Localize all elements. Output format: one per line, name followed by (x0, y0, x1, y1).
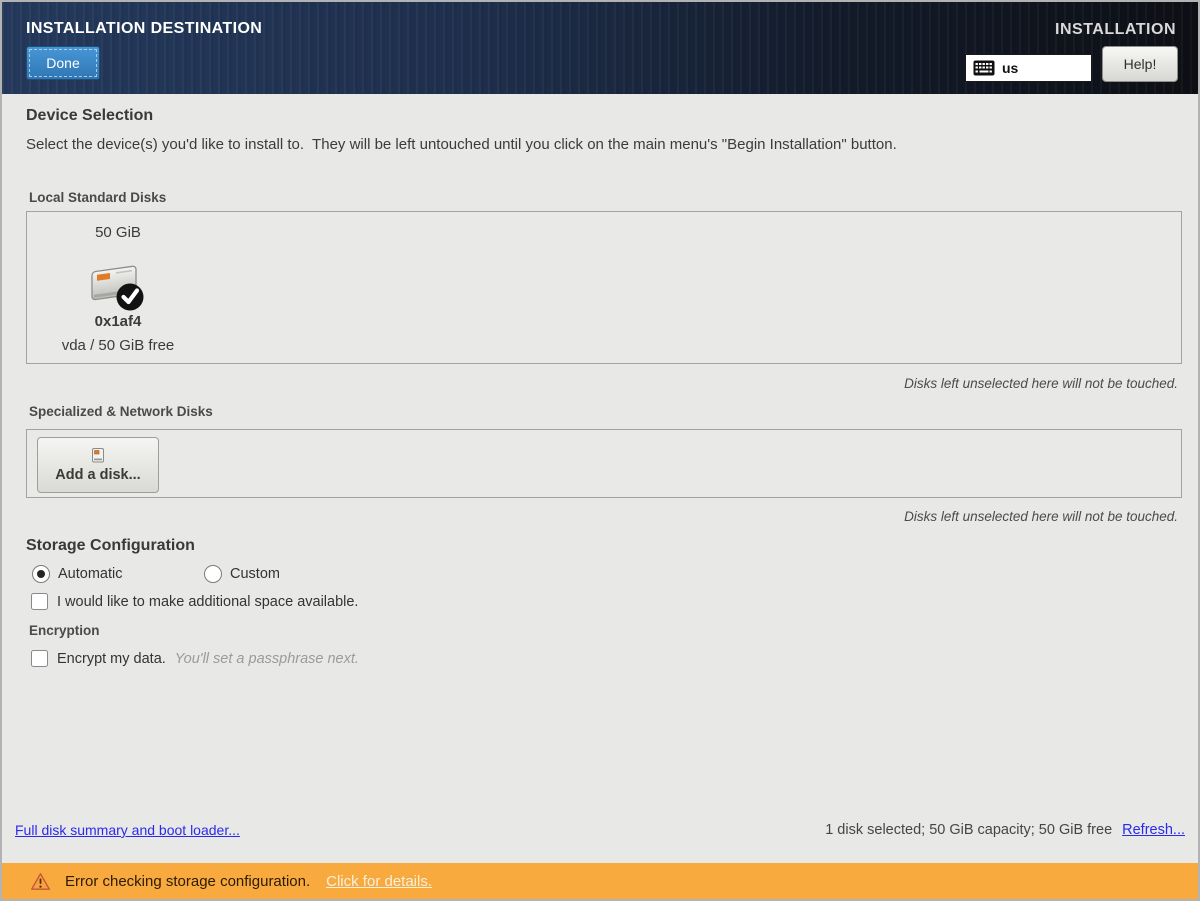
hard-drive-selected-icon (89, 261, 147, 313)
disk-selection-status: 1 disk selected; 50 GiB capacity; 50 GiB… (825, 822, 1112, 838)
encrypt-label: Encrypt my data. (57, 651, 166, 667)
encrypt-checkbox-row[interactable]: Encrypt my data. You'll set a passphrase… (31, 650, 359, 667)
disk-tile-vda[interactable]: 50 GiB (33, 224, 203, 354)
add-disk-label: Add a disk... (55, 467, 140, 483)
installer-window: INSTALLATION DESTINATION Done INSTALLATI… (0, 0, 1200, 901)
full-disk-summary-link[interactable]: Full disk summary and boot loader... (15, 822, 240, 838)
header-bar: INSTALLATION DESTINATION Done INSTALLATI… (2, 2, 1198, 94)
radio-automatic-label: Automatic (58, 566, 122, 582)
disk-name-label: 0x1af4 (95, 313, 142, 330)
encrypt-hint: You'll set a passphrase next. (175, 651, 359, 667)
encrypt-checkbox[interactable] (31, 650, 48, 667)
radio-automatic[interactable]: Automatic (32, 565, 122, 583)
specialized-disks-label: Specialized & Network Disks (29, 404, 213, 419)
footer-status-group: 1 disk selected; 50 GiB capacity; 50 GiB… (825, 822, 1185, 838)
storage-config-heading: Storage Configuration (26, 537, 195, 555)
radio-automatic-circle[interactable] (32, 565, 50, 583)
keyboard-layout-indicator[interactable]: us (965, 54, 1092, 82)
warning-bar: Error checking storage configuration. Cl… (2, 863, 1198, 899)
page-title: INSTALLATION DESTINATION (26, 20, 262, 38)
specialized-disks-panel: Add a disk... (26, 429, 1182, 498)
warning-details-link[interactable]: Click for details. (326, 873, 432, 890)
keyboard-layout-label: us (1002, 60, 1018, 76)
additional-space-checkbox-row[interactable]: I would like to make additional space av… (31, 593, 358, 610)
device-selection-description: Select the device(s) you'd like to insta… (26, 136, 897, 153)
local-disks-panel: 50 GiB (26, 211, 1182, 364)
additional-space-checkbox[interactable] (31, 593, 48, 610)
local-disks-label: Local Standard Disks (29, 190, 166, 205)
warning-icon (30, 872, 51, 891)
encryption-label: Encryption (29, 623, 100, 638)
disk-size-label: 50 GiB (95, 224, 141, 241)
unselected-disks-note-2: Disks left unselected here will not be t… (904, 509, 1178, 524)
unselected-disks-note: Disks left unselected here will not be t… (904, 376, 1178, 391)
disk-detail-label: vda / 50 GiB free (62, 337, 175, 354)
radio-custom-label: Custom (230, 566, 280, 582)
keyboard-icon (973, 60, 995, 76)
radio-custom[interactable]: Custom (204, 565, 280, 583)
help-button[interactable]: Help! (1102, 46, 1178, 82)
done-button[interactable]: Done (26, 46, 100, 80)
refresh-link[interactable]: Refresh... (1122, 822, 1185, 838)
device-selection-heading: Device Selection (26, 107, 153, 125)
hub-label: INSTALLATION (1055, 21, 1176, 39)
additional-space-label: I would like to make additional space av… (57, 594, 358, 610)
radio-custom-circle[interactable] (204, 565, 222, 583)
small-disk-icon (90, 447, 106, 464)
warning-message: Error checking storage configuration. (65, 873, 310, 890)
add-disk-button[interactable]: Add a disk... (37, 437, 159, 493)
